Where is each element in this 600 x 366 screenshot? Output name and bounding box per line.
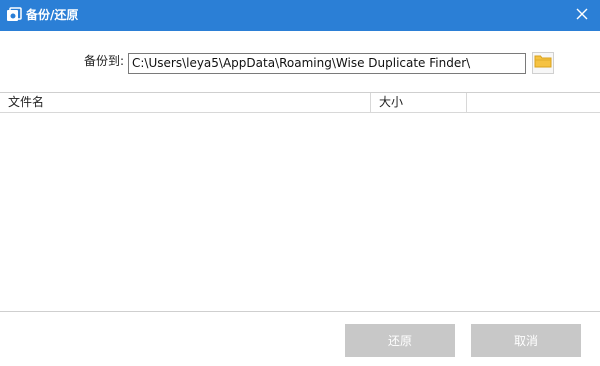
column-header-empty — [467, 93, 600, 112]
file-table: 文件名 大小 — [0, 92, 600, 312]
cancel-button[interactable]: 取消 — [471, 324, 581, 357]
window-title: 备份/还原 — [26, 8, 79, 22]
backup-path-field[interactable]: C:\Users\leya5\AppData\Roaming\Wise Dupl… — [128, 53, 526, 74]
app-logo-icon — [6, 7, 22, 23]
column-header-size[interactable]: 大小 — [371, 93, 467, 112]
column-header-filename[interactable]: 文件名 — [0, 93, 371, 112]
restore-button[interactable]: 还原 — [345, 324, 455, 357]
close-button[interactable] — [564, 0, 600, 31]
browse-folder-button[interactable] — [532, 52, 554, 74]
close-icon — [576, 8, 588, 23]
title-bar: 备份/还原 — [0, 0, 600, 31]
backup-path-label: 备份到: — [83, 54, 124, 68]
table-header: 文件名 大小 — [0, 93, 600, 113]
folder-icon — [534, 54, 552, 72]
table-body[interactable] — [0, 113, 600, 312]
